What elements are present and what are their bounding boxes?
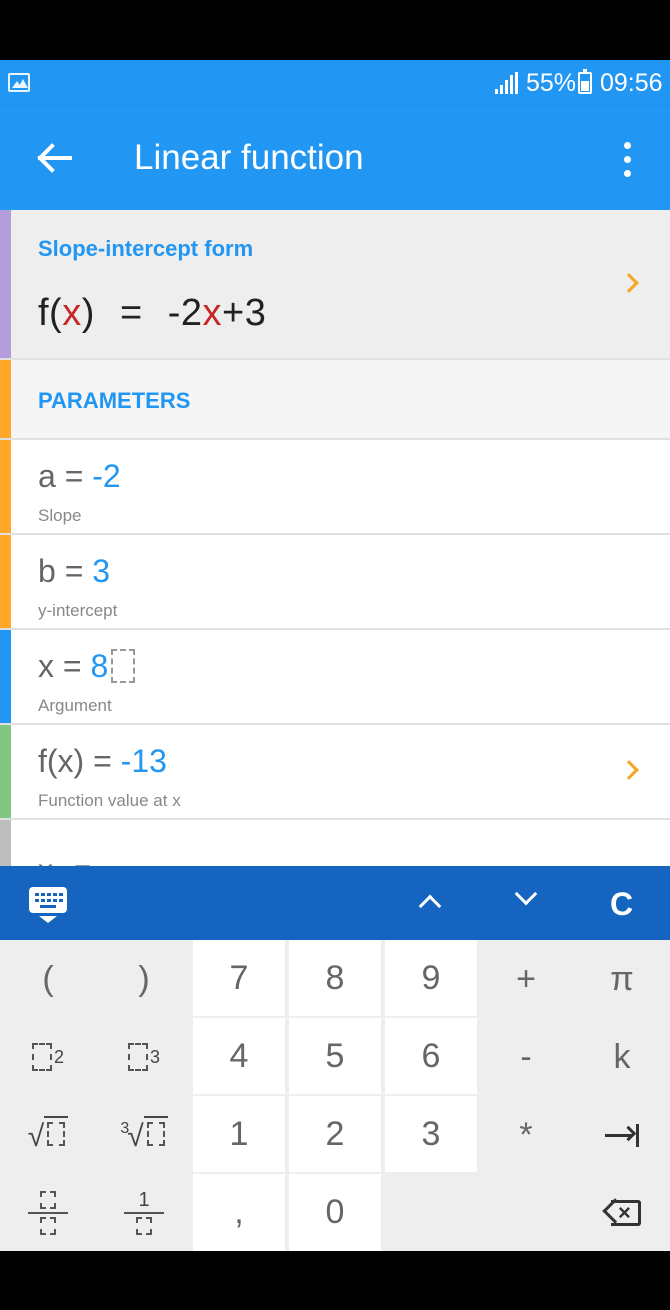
key-8[interactable]: 8 — [289, 940, 381, 1016]
key-square[interactable]: 2 — [0, 1018, 96, 1096]
param-fx-label: Function value at x — [38, 791, 181, 810]
partial-row-label: x₀ = — [38, 854, 91, 866]
chevron-right-icon — [619, 760, 639, 780]
key-4[interactable]: 4 — [193, 1018, 285, 1094]
math-keypad: ( ) 7 8 9 + π 2 3 4 5 6 - k √ 3 √ 1 2 3 *… — [0, 940, 670, 1251]
param-fx-value: -13 — [120, 743, 167, 779]
back-arrow-icon[interactable] — [28, 136, 76, 180]
parameter-row-b[interactable]: b = 3 y-intercept — [0, 535, 670, 630]
partial-stripe — [0, 820, 11, 866]
app-bar: Linear function — [0, 106, 670, 210]
square-exponent: 2 — [53, 1046, 64, 1067]
key-reciprocal[interactable]: 1 — [96, 1174, 192, 1251]
status-time: 09:56 — [600, 69, 663, 97]
parameters-header: PARAMETERS — [0, 360, 670, 440]
top-black-band — [0, 0, 670, 60]
formula-stripe — [0, 210, 11, 358]
formula-expression: f(x) = -2x+3 — [38, 292, 267, 334]
signal-icon — [495, 72, 519, 94]
key-multiply[interactable]: * — [478, 1096, 574, 1174]
param-x-stripe — [0, 630, 11, 723]
key-1[interactable]: 1 — [193, 1096, 285, 1172]
more-vert-icon[interactable] — [612, 138, 644, 182]
parameters-title: PARAMETERS — [38, 388, 191, 413]
battery-percent: 55% — [526, 69, 577, 97]
param-a-name: a = — [38, 458, 93, 494]
main-content: Slope-intercept form f(x) = -2x+3 PARAME… — [0, 210, 670, 866]
clear-button[interactable]: C — [610, 886, 633, 923]
param-fx-name: f(x) = — [38, 743, 121, 779]
key-pi[interactable]: π — [574, 940, 670, 1018]
key-cube-root[interactable]: 3 √ — [96, 1096, 192, 1174]
param-a-stripe — [0, 440, 11, 533]
input-cursor-placeholder — [111, 649, 136, 683]
key-5[interactable]: 5 — [289, 1018, 381, 1094]
param-b-name: b = — [38, 553, 93, 589]
placeholder-box-icon — [127, 1043, 148, 1071]
keyboard-icon[interactable] — [29, 887, 67, 913]
key-7[interactable]: 7 — [193, 940, 285, 1016]
key-square-root[interactable]: √ — [0, 1096, 96, 1174]
formula-card[interactable]: Slope-intercept form f(x) = -2x+3 — [0, 210, 670, 360]
key-tab-next[interactable] — [574, 1096, 670, 1174]
param-x-label: Argument — [38, 696, 112, 715]
key-comma[interactable]: , — [193, 1174, 285, 1251]
key-close-paren[interactable]: ) — [96, 940, 192, 1018]
keyboard-arrow-icon — [39, 916, 57, 923]
formula-section-title: Slope-intercept form — [38, 236, 254, 261]
key-open-paren[interactable]: ( — [0, 940, 96, 1018]
key-0[interactable]: 0 — [289, 1174, 381, 1251]
keyboard-toolbar: C — [0, 866, 670, 940]
key-plus[interactable]: + — [478, 940, 574, 1018]
battery-icon — [578, 69, 592, 94]
param-x-value: 8 — [90, 648, 109, 684]
placeholder-box-icon — [31, 1043, 52, 1071]
key-backspace[interactable]: × — [574, 1174, 670, 1251]
param-b-label: y-intercept — [38, 601, 118, 620]
chevron-up-icon[interactable] — [418, 894, 442, 918]
page-title: Linear function — [134, 138, 364, 177]
key-fraction[interactable] — [0, 1174, 96, 1251]
param-a-value: -2 — [92, 458, 121, 494]
key-minus[interactable]: - — [478, 1018, 574, 1096]
image-icon — [8, 73, 30, 92]
status-bar: 55% 09:56 — [0, 60, 670, 106]
parameters-stripe — [0, 360, 11, 438]
cube-exponent: 3 — [149, 1046, 160, 1067]
param-fx-stripe — [0, 725, 11, 818]
parameter-row-partial[interactable]: x₀ = — [0, 820, 670, 866]
bottom-black-band — [0, 1251, 670, 1310]
parameter-row-fx[interactable]: f(x) = -13 Function value at x — [0, 725, 670, 820]
param-b-value: 3 — [92, 553, 111, 589]
key-cube[interactable]: 3 — [96, 1018, 192, 1096]
key-3[interactable]: 3 — [385, 1096, 477, 1172]
param-x-name: x = — [38, 648, 91, 684]
backspace-icon: × — [602, 1197, 641, 1226]
key-9[interactable]: 9 — [385, 940, 477, 1016]
key-k[interactable]: k — [574, 1018, 670, 1096]
param-a-label: Slope — [38, 506, 82, 525]
parameter-row-x[interactable]: x = 8 Argument — [0, 630, 670, 725]
reciprocal-numerator: 1 — [138, 1188, 150, 1211]
chevron-down-icon[interactable] — [514, 882, 538, 906]
placeholder-box-icon — [47, 1122, 66, 1146]
key-2[interactable]: 2 — [289, 1096, 381, 1172]
chevron-right-icon — [619, 273, 639, 293]
key-6[interactable]: 6 — [385, 1018, 477, 1094]
tab-arrow-icon — [605, 1124, 639, 1147]
placeholder-box-icon — [146, 1122, 165, 1146]
parameter-row-a[interactable]: a = -2 Slope — [0, 440, 670, 535]
param-b-stripe — [0, 535, 11, 628]
